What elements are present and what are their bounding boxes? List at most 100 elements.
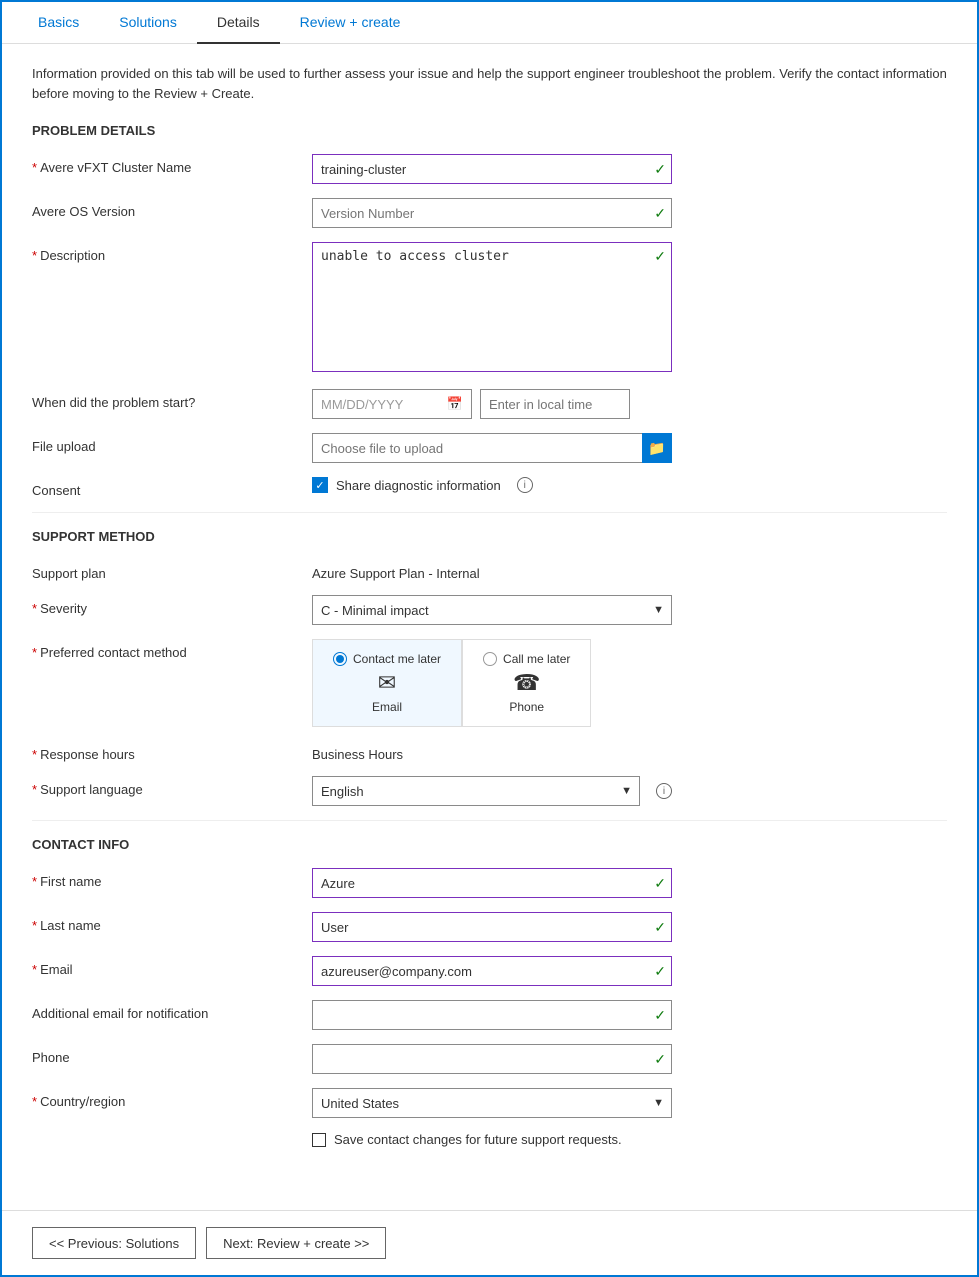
contact-method-options: Contact me later ✉ Email Call me later ☎ xyxy=(312,639,672,727)
consent-checkbox[interactable]: ✓ xyxy=(312,477,328,493)
country-select[interactable]: United States Canada United Kingdom Germ… xyxy=(312,1088,672,1118)
severity-label: *Severity xyxy=(32,595,312,616)
description-label: *Description xyxy=(32,242,312,263)
severity-select[interactable]: C - Minimal impact B - Moderate impact A… xyxy=(312,595,672,625)
save-contact-wrap: Save contact changes for future support … xyxy=(312,1132,672,1147)
first-name-input[interactable] xyxy=(312,868,672,898)
os-version-control: ✓ xyxy=(312,198,672,228)
additional-email-input-wrap: ✓ xyxy=(312,1000,672,1030)
time-input[interactable] xyxy=(480,389,630,419)
file-upload-control: 📁 xyxy=(312,433,672,463)
email-check-icon: ✓ xyxy=(654,963,666,980)
os-version-label: Avere OS Version xyxy=(32,198,312,219)
cluster-name-control: ✓ xyxy=(312,154,672,184)
required-star-lang: * xyxy=(32,782,37,797)
email-radio-circle xyxy=(333,652,347,666)
required-star-fn: * xyxy=(32,874,37,889)
cluster-name-check-icon: ✓ xyxy=(654,161,666,178)
info-text: Information provided on this tab will be… xyxy=(32,64,947,103)
cluster-name-input[interactable] xyxy=(312,154,672,184)
file-upload-label: File upload xyxy=(32,433,312,454)
country-control: United States Canada United Kingdom Germ… xyxy=(312,1088,672,1118)
additional-email-input[interactable] xyxy=(312,1000,672,1030)
footer-buttons: << Previous: Solutions Next: Review + cr… xyxy=(2,1210,977,1275)
lang-dropdown-with-info: English French German Spanish Japanese ▼… xyxy=(312,776,672,806)
phone-check-icon: ✓ xyxy=(654,1051,666,1068)
last-name-row: *Last name ✓ xyxy=(32,912,947,942)
checkbox-check-icon: ✓ xyxy=(315,479,324,492)
email-control: ✓ xyxy=(312,956,672,986)
cluster-name-input-wrap: ✓ xyxy=(312,154,672,184)
save-contact-text: Save contact changes for future support … xyxy=(334,1132,622,1147)
email-label: *Email xyxy=(32,956,312,977)
tab-details[interactable]: Details xyxy=(197,2,280,44)
country-dropdown-wrap: United States Canada United Kingdom Germ… xyxy=(312,1088,672,1118)
contact-info-title: CONTACT INFO xyxy=(32,837,947,852)
tab-bar: Basics Solutions Details Review + create xyxy=(2,2,977,44)
consent-text: Share diagnostic information xyxy=(336,478,501,493)
description-check-icon: ✓ xyxy=(654,248,666,265)
required-star-country: * xyxy=(32,1094,37,1109)
email-row: *Email ✓ xyxy=(32,956,947,986)
additional-email-control: ✓ xyxy=(312,1000,672,1030)
country-label: *Country/region xyxy=(32,1088,312,1109)
tab-solutions[interactable]: Solutions xyxy=(99,2,197,44)
additional-email-row: Additional email for notification ✓ xyxy=(32,1000,947,1030)
required-star: * xyxy=(32,160,37,175)
support-plan-row: Support plan Azure Support Plan - Intern… xyxy=(32,560,947,581)
phone-label: Phone xyxy=(32,1044,312,1065)
required-star-response: * xyxy=(32,747,37,762)
additional-email-label: Additional email for notification xyxy=(32,1000,312,1021)
problem-start-control: MM/DD/YYYY 📅 xyxy=(312,389,672,419)
contact-option-email[interactable]: Contact me later ✉ Email xyxy=(312,639,462,727)
support-method-title: SUPPORT METHOD xyxy=(32,529,947,544)
required-star-contact: * xyxy=(32,645,37,660)
description-control: unable to access cluster ✓ xyxy=(312,242,672,375)
contact-option-phone[interactable]: Call me later ☎ Phone xyxy=(462,639,591,727)
next-button[interactable]: Next: Review + create >> xyxy=(206,1227,386,1259)
first-name-control: ✓ xyxy=(312,868,672,898)
phone-input-wrap: ✓ xyxy=(312,1044,672,1074)
file-browse-button[interactable]: 📁 xyxy=(642,433,672,463)
phone-radio-circle xyxy=(483,652,497,666)
support-plan-label: Support plan xyxy=(32,560,312,581)
os-version-input[interactable] xyxy=(312,198,672,228)
response-hours-label: *Response hours xyxy=(32,741,312,762)
required-star-ln: * xyxy=(32,918,37,933)
prev-button[interactable]: << Previous: Solutions xyxy=(32,1227,196,1259)
first-name-input-wrap: ✓ xyxy=(312,868,672,898)
email-input[interactable] xyxy=(312,956,672,986)
description-textarea-wrap: unable to access cluster ✓ xyxy=(312,242,672,375)
problem-start-row: When did the problem start? MM/DD/YYYY 📅 xyxy=(32,389,947,419)
severity-dropdown-wrap: C - Minimal impact B - Moderate impact A… xyxy=(312,595,672,625)
last-name-input[interactable] xyxy=(312,912,672,942)
tab-basics[interactable]: Basics xyxy=(18,2,99,44)
consent-info-icon[interactable]: i xyxy=(517,477,533,493)
save-contact-checkbox[interactable] xyxy=(312,1133,326,1147)
response-hours-row: *Response hours Business Hours xyxy=(32,741,947,762)
support-language-label: *Support language xyxy=(32,776,312,797)
description-textarea[interactable]: unable to access cluster xyxy=(312,242,672,372)
contact-method-label: *Preferred contact method xyxy=(32,639,312,660)
save-contact-control: Save contact changes for future support … xyxy=(312,1132,672,1147)
support-language-control: English French German Spanish Japanese ▼… xyxy=(312,776,672,806)
language-select[interactable]: English French German Spanish Japanese xyxy=(312,776,640,806)
phone-control: ✓ xyxy=(312,1044,672,1074)
file-path-input[interactable] xyxy=(312,433,642,463)
required-star-severity: * xyxy=(32,601,37,616)
email-radio-filled xyxy=(336,655,344,663)
lang-info-icon[interactable]: i xyxy=(656,783,672,799)
phone-row: Phone ✓ xyxy=(32,1044,947,1074)
os-version-check-icon: ✓ xyxy=(654,205,666,222)
last-name-input-wrap: ✓ xyxy=(312,912,672,942)
description-row: *Description unable to access cluster ✓ xyxy=(32,242,947,375)
cluster-name-label: *Avere vFXT Cluster Name xyxy=(32,154,312,175)
problem-details-title: PROBLEM DETAILS xyxy=(32,123,947,138)
first-name-label: *First name xyxy=(32,868,312,889)
phone-input[interactable] xyxy=(312,1044,672,1074)
email-input-wrap: ✓ xyxy=(312,956,672,986)
tab-review-create[interactable]: Review + create xyxy=(280,2,421,44)
last-name-label: *Last name xyxy=(32,912,312,933)
date-input[interactable]: MM/DD/YYYY 📅 xyxy=(312,389,472,419)
date-time-wrap: MM/DD/YYYY 📅 xyxy=(312,389,672,419)
